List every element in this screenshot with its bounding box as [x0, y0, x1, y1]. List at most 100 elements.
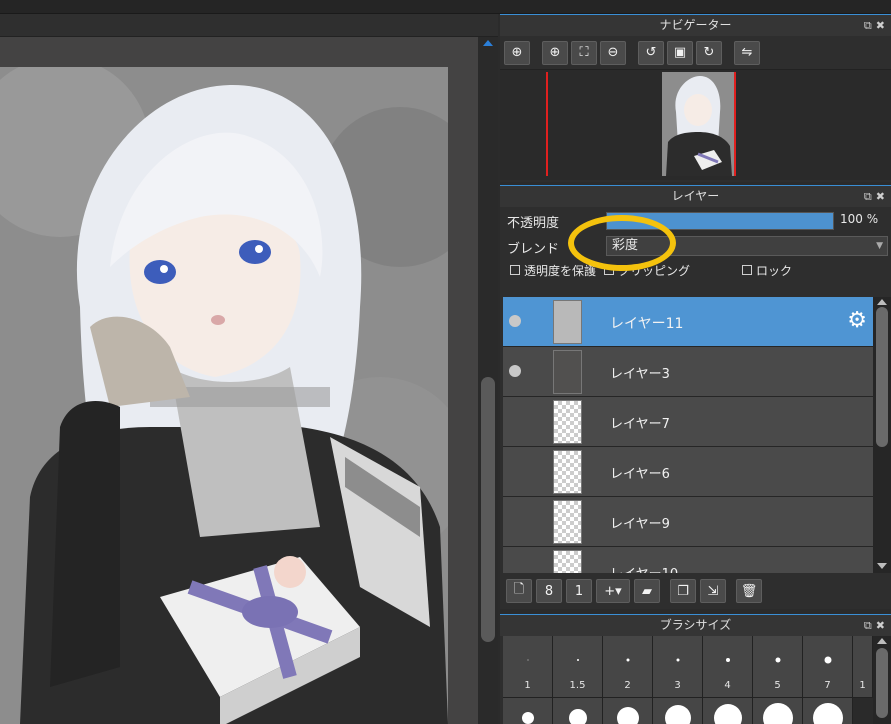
layer-list-scrollbar[interactable]: [873, 297, 891, 573]
brush-size-label: 1: [859, 680, 866, 691]
brush-size-label: 1: [524, 680, 531, 691]
brush-size-cell[interactable]: 1: [503, 636, 553, 698]
new-8bit-layer-icon[interactable]: 8: [536, 579, 562, 603]
blend-row: ブレンド 彩度 ▼: [500, 233, 891, 259]
layer-list[interactable]: レイヤー11 ⚙ レイヤー3 レイヤー7 レイヤー6 レイヤー9: [503, 297, 873, 573]
layer-toolbar: 🗋 8 1 +▾ ▰ ❐ ⇲ 🗑: [500, 573, 891, 609]
chevron-down-icon: ▼: [876, 241, 883, 251]
close-panel-icon[interactable]: ✖: [876, 190, 889, 203]
layer-row[interactable]: レイヤー7: [503, 397, 873, 447]
scrollbar-thumb[interactable]: [481, 377, 495, 642]
view-frame-right: [734, 72, 736, 176]
scroll-up-arrow-icon[interactable]: [483, 40, 493, 46]
brush-size-cell[interactable]: 7: [803, 636, 853, 698]
brush-size-cell[interactable]: [603, 698, 653, 724]
zoom-fit-icon[interactable]: ⊕: [504, 40, 530, 65]
brush-size-title-bar: ブラシサイズ ⧉✖: [500, 614, 891, 636]
rotate-left-icon[interactable]: ↺: [638, 40, 664, 65]
add-layer-menu-icon[interactable]: +▾: [596, 579, 630, 603]
opacity-value: 100 %: [840, 212, 879, 226]
layer-name: レイヤー3: [610, 367, 670, 382]
close-panel-icon[interactable]: ✖: [876, 619, 889, 632]
brush-size-label: 5: [774, 680, 781, 691]
brush-size-label: 3: [674, 680, 681, 691]
top-bar: [0, 0, 891, 14]
brush-size-cell[interactable]: 2: [603, 636, 653, 698]
fit-screen-icon[interactable]: ⛶: [571, 40, 597, 65]
canvas-vertical-scrollbar[interactable]: [478, 37, 498, 724]
layer-name: レイヤー7: [610, 417, 670, 432]
new-folder-icon[interactable]: ▰: [634, 579, 660, 603]
layer-name: レイヤー9: [610, 517, 670, 532]
layer-thumbnail: [553, 300, 582, 344]
layer-row[interactable]: レイヤー3: [503, 347, 873, 397]
layer-row[interactable]: レイヤー9: [503, 497, 873, 547]
brush-size-cell[interactable]: [503, 698, 553, 724]
scrollbar-thumb[interactable]: [876, 307, 888, 447]
navigator-toolbar: ⊕ ⊕ ⛶ ⊖ ↺ ▣ ↻ ⇋: [500, 36, 891, 70]
brush-size-cell[interactable]: [653, 698, 703, 724]
layers-panel: レイヤー ⧉✖ 不透明度 100 % ブレンド 彩度 ▼ 透明度を保護 クリッピ…: [500, 185, 891, 609]
visibility-eye-icon[interactable]: [509, 365, 521, 377]
navigator-thumbnail: [662, 72, 734, 176]
float-panel-icon[interactable]: ⧉: [864, 619, 876, 632]
merge-down-icon[interactable]: ⇲: [700, 579, 726, 603]
delete-layer-icon[interactable]: 🗑: [736, 579, 762, 603]
brush-size-cell[interactable]: 3: [653, 636, 703, 698]
layer-row[interactable]: レイヤー10: [503, 547, 873, 573]
layer-options-row: 透明度を保護 クリッピング ロック: [500, 259, 891, 281]
protect-alpha-checkbox[interactable]: 透明度を保護: [510, 262, 596, 279]
annotation-highlight-ring: [568, 215, 676, 271]
brush-size-cell[interactable]: 5: [753, 636, 803, 698]
lock-checkbox[interactable]: ロック: [742, 262, 792, 279]
duplicate-layer-icon[interactable]: ❐: [670, 579, 696, 603]
flip-icon[interactable]: ⇋: [734, 40, 760, 65]
brush-size-cell[interactable]: [753, 698, 803, 724]
float-panel-icon[interactable]: ⧉: [864, 190, 876, 203]
layers-title-bar: レイヤー ⧉✖: [500, 185, 891, 207]
rotate-right-icon[interactable]: ↻: [696, 40, 722, 65]
layer-thumbnail: [553, 500, 582, 544]
full-screen-icon[interactable]: ▣: [667, 40, 693, 65]
scroll-up-arrow-icon[interactable]: [877, 638, 887, 644]
brush-size-cell[interactable]: 1.5: [553, 636, 603, 698]
gear-icon[interactable]: ⚙: [847, 309, 867, 333]
brush-size-label: 2: [624, 680, 631, 691]
new-layer-icon[interactable]: 🗋: [506, 579, 532, 603]
brush-size-cell[interactable]: [553, 698, 603, 724]
brush-size-cell[interactable]: 4: [703, 636, 753, 698]
layer-row[interactable]: レイヤー6: [503, 447, 873, 497]
layer-name: レイヤー11: [610, 316, 684, 332]
checkbox-box: [510, 265, 520, 275]
navigator-title-bar: ナビゲーター ⧉✖: [500, 14, 891, 36]
zoom-out-icon[interactable]: ⊖: [600, 40, 626, 65]
layers-title: レイヤー: [671, 189, 720, 203]
scroll-down-arrow-icon[interactable]: [877, 563, 887, 569]
layer-row[interactable]: レイヤー11 ⚙: [503, 297, 873, 347]
navigator-preview[interactable]: [500, 70, 891, 180]
navigator-panel: ナビゲーター ⧉✖ ⊕ ⊕ ⛶ ⊖ ↺ ▣ ↻ ⇋: [500, 14, 891, 182]
brush-size-cell[interactable]: [803, 698, 853, 724]
app-window: ナビゲーター ⧉✖ ⊕ ⊕ ⛶ ⊖ ↺ ▣ ↻ ⇋ レイヤー ⧉✖ 不透明度 1…: [0, 0, 891, 724]
layer-thumbnail: [553, 450, 582, 494]
close-panel-icon[interactable]: ✖: [876, 19, 889, 32]
brush-size-title: ブラシサイズ: [659, 618, 732, 632]
brush-size-scrollbar[interactable]: [873, 636, 891, 724]
opacity-row: 不透明度 100 %: [500, 207, 891, 233]
brush-size-label: 7: [824, 680, 831, 691]
float-panel-icon[interactable]: ⧉: [864, 19, 876, 32]
navigator-title: ナビゲーター: [659, 18, 732, 32]
new-1bit-layer-icon[interactable]: 1: [566, 579, 592, 603]
artwork-image[interactable]: [0, 67, 448, 724]
scrollbar-thumb[interactable]: [876, 648, 888, 718]
protect-alpha-label: 透明度を保護: [524, 263, 597, 278]
checkbox-box: [742, 265, 753, 275]
brush-size-cell[interactable]: [703, 698, 753, 724]
layer-thumbnail: [553, 400, 582, 444]
layer-name: レイヤー10: [610, 563, 678, 573]
brush-size-cell[interactable]: 1: [853, 636, 873, 698]
zoom-in-icon[interactable]: ⊕: [542, 40, 568, 65]
scroll-up-arrow-icon[interactable]: [877, 299, 887, 305]
visibility-eye-icon[interactable]: [509, 315, 521, 327]
canvas-header: [0, 14, 498, 37]
